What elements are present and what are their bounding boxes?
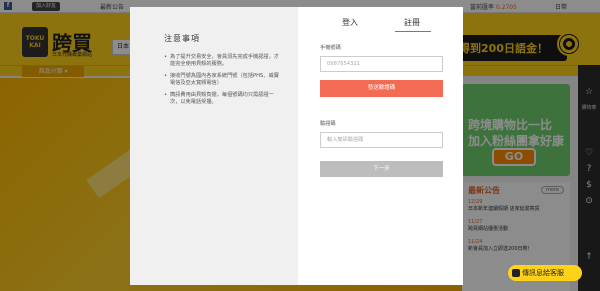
phone-input[interactable]: 0987654321 <box>320 56 443 72</box>
notice-title: 注意事項 <box>164 34 200 43</box>
notice-item: 為了提升交易安全，會員須先完成手機認證，才能完全使用貝殼的服務。 <box>164 54 284 69</box>
tab-register[interactable]: 註冊 <box>404 17 420 28</box>
register-modal: 注意事項 為了提升交易安全，會員須先完成手機認證，才能完全使用貝殼的服務。 接收… <box>130 7 463 285</box>
code-input[interactable]: 輸入簡訊驗證碼 <box>320 132 443 148</box>
auth-tabs: 登入 註冊 <box>298 7 463 35</box>
chat-icon <box>512 269 520 277</box>
notice-panel: 注意事項 為了提升交易安全，會員須先完成手機認證，才能完全使用貝殼的服務。 接收… <box>130 7 298 285</box>
code-label: 驗證碼 <box>320 121 336 127</box>
notice-item: 簡訊費用由貝殼負擔，每個號碼均只需認證一次，以免電話受擾。 <box>164 92 284 107</box>
notice-list: 為了提升交易安全，會員須先完成手機認證，才能完全使用貝殼的服務。 接收門號為國內… <box>164 54 284 106</box>
next-step-button[interactable]: 下一步 <box>320 161 443 177</box>
message-service-button[interactable]: 傳訊息給客服 <box>508 265 582 281</box>
message-service-label: 傳訊息給客服 <box>522 269 564 277</box>
active-tab-indicator <box>395 31 431 32</box>
send-code-button[interactable]: 發送驗證碼 <box>320 80 443 97</box>
phone-label: 手機號碼 <box>320 45 341 51</box>
register-form: 登入 註冊 手機號碼 0987654321 發送驗證碼 驗證碼 輸入簡訊驗證碼 … <box>298 7 463 285</box>
tab-login[interactable]: 登入 <box>342 17 358 28</box>
notice-item: 接收門號為國內各家系統門號（包括PHS、威寶電信及亞太寬頻電信） <box>164 73 284 88</box>
